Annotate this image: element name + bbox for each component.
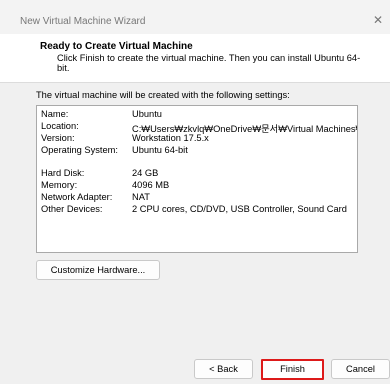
setting-row-memory: Memory: 4096 MB <box>41 180 357 192</box>
customize-hardware-button[interactable]: Customize Hardware... <box>36 260 160 280</box>
title-bar: New Virtual Machine Wizard ✕ <box>0 0 390 34</box>
wizard-window: New Virtual Machine Wizard ✕ Ready to Cr… <box>0 0 390 384</box>
page-title: Ready to Create Virtual Machine <box>40 41 193 52</box>
back-button[interactable]: < Back <box>194 359 253 379</box>
close-icon[interactable]: ✕ <box>366 8 390 32</box>
page-subtitle: Click Finish to create the virtual machi… <box>57 53 361 73</box>
settings-intro: The virtual machine will be created with… <box>36 90 290 100</box>
setting-label: Operating System: <box>41 145 118 155</box>
setting-value: NAT <box>132 192 150 202</box>
setting-row-version: Version: Workstation 17.5.x <box>41 133 357 145</box>
setting-row-location: Location: C:₩Users₩zkvlq₩OneDrive₩문서₩Vir… <box>41 121 357 134</box>
setting-label: Location: <box>41 121 79 131</box>
setting-row-name: Name: Ubuntu <box>41 109 357 121</box>
setting-label: Name: <box>41 109 69 119</box>
setting-label: Other Devices: <box>41 204 103 214</box>
setting-row-network: Network Adapter: NAT <box>41 192 357 204</box>
setting-label: Version: <box>41 133 75 143</box>
setting-value: 24 GB <box>132 168 159 178</box>
setting-row-other-devices: Other Devices: 2 CPU cores, CD/DVD, USB … <box>41 204 357 216</box>
setting-value: Ubuntu 64-bit <box>132 145 188 155</box>
setting-value: Ubuntu <box>132 109 162 119</box>
setting-label: Hard Disk: <box>41 168 85 178</box>
cancel-button[interactable]: Cancel <box>331 359 390 379</box>
setting-value: 4096 MB <box>132 180 170 190</box>
wizard-header: Ready to Create Virtual Machine Click Fi… <box>0 34 390 83</box>
setting-value: 2 CPU cores, CD/DVD, USB Controller, Sou… <box>132 204 347 214</box>
finish-button[interactable]: Finish <box>261 359 324 380</box>
setting-row-os: Operating System: Ubuntu 64-bit <box>41 145 357 157</box>
setting-label: Network Adapter: <box>41 192 113 202</box>
settings-summary: Name: Ubuntu Location: C:₩Users₩zkvlq₩On… <box>36 105 358 253</box>
setting-value: Workstation 17.5.x <box>132 133 209 143</box>
setting-row-hard-disk: Hard Disk: 24 GB <box>41 168 357 180</box>
window-title: New Virtual Machine Wizard <box>20 16 146 27</box>
setting-label: Memory: <box>41 180 78 190</box>
